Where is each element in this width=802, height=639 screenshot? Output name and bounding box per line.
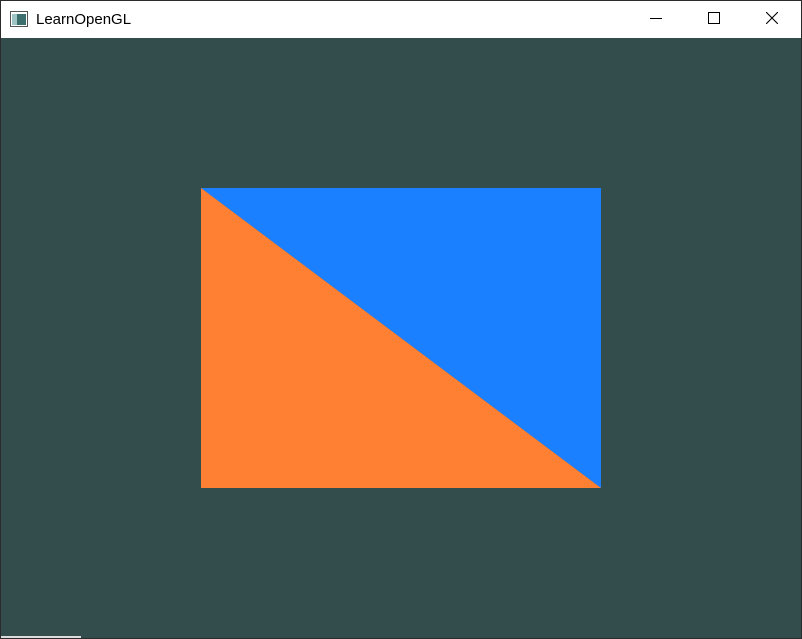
close-icon bbox=[765, 11, 779, 29]
background-sliver bbox=[1, 636, 81, 638]
minimize-button[interactable] bbox=[627, 1, 685, 38]
maximize-icon bbox=[708, 11, 720, 29]
maximize-button[interactable] bbox=[685, 1, 743, 38]
title-bar[interactable]: LearnOpenGL bbox=[1, 1, 801, 38]
gl-viewport[interactable] bbox=[1, 38, 801, 638]
window-title: LearnOpenGL bbox=[36, 11, 132, 28]
close-button[interactable] bbox=[743, 1, 801, 38]
minimize-icon bbox=[650, 11, 662, 29]
app-window: LearnOpenGL bbox=[0, 0, 802, 639]
opengl-app-icon bbox=[10, 11, 28, 27]
gl-canvas bbox=[201, 188, 601, 488]
